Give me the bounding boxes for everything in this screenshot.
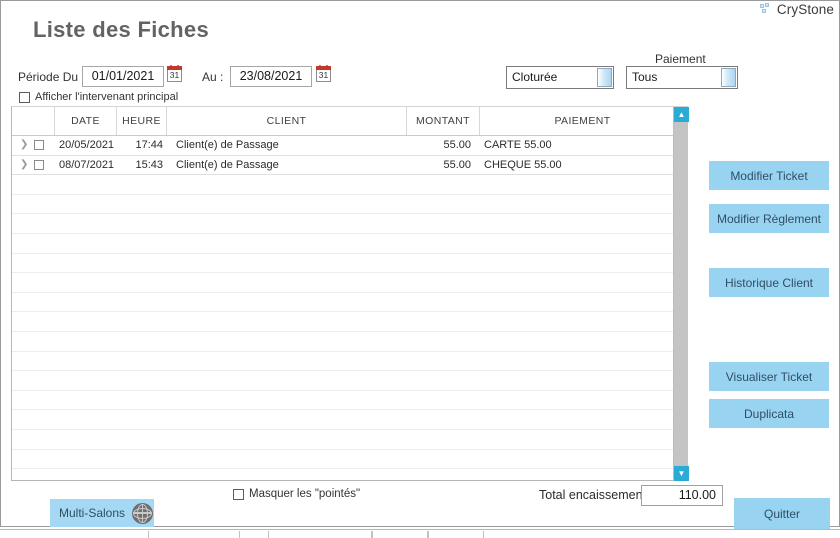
table-row[interactable]: ❯ 08/07/202115:43 Client(e) de Passage55.0… (12, 156, 687, 176)
table-row-empty (12, 352, 687, 372)
table-cell-paiement: CARTE 55.00 (480, 136, 688, 155)
taskbar-segment (428, 531, 484, 538)
calendar-icon-from[interactable]: 31 (167, 66, 182, 82)
taskbar-strip (0, 529, 840, 538)
table-cell-heure: 15:43 (117, 156, 167, 175)
table-row-empty (12, 214, 687, 234)
multi-salons-label: Multi-Salons (59, 506, 125, 520)
au-label: Au : (202, 70, 223, 84)
date-from-input[interactable]: 01/01/2021 (82, 66, 164, 87)
table-body: ❯ 20/05/202117:44 Client(e) de Passage55.0… (12, 136, 687, 481)
row-expand-icon[interactable]: ❯ (20, 136, 28, 155)
status-select-value: Cloturée (512, 67, 557, 88)
table-row-empty (12, 293, 687, 313)
table-cell-heure: 17:44 (117, 136, 167, 155)
application-window: CryStone Liste des Fiches Période Du : 0… (0, 0, 840, 538)
table-header-client[interactable]: CLIENT (167, 107, 407, 135)
table-row-empty (12, 450, 687, 470)
periode-label: Période Du : (18, 70, 85, 84)
table-row-empty (12, 234, 687, 254)
table-row-empty (12, 312, 687, 332)
show-intervenant-checkbox[interactable] (19, 92, 30, 103)
row-select-checkbox[interactable] (34, 140, 44, 150)
table-cell-client: Client(e) de Passage (172, 136, 411, 155)
paiement-select[interactable]: Tous (626, 66, 738, 89)
scroll-down-icon[interactable]: ▼ (674, 466, 689, 481)
table-row-empty (12, 391, 687, 411)
table-header-heure[interactable]: HEURE (117, 107, 167, 135)
taskbar-segment (372, 531, 428, 538)
total-encaissement-value: 110.00 (641, 485, 723, 506)
table-row-empty (12, 469, 687, 481)
status-select[interactable]: Cloturée (506, 66, 614, 89)
historique-client-button[interactable]: Historique Client (709, 268, 829, 297)
table-row-empty (12, 273, 687, 293)
table-row-empty (12, 195, 687, 215)
table-row-empty (12, 371, 687, 391)
brand-name: CryStone (777, 2, 834, 17)
table-header-montant[interactable]: MONTANT (407, 107, 480, 135)
table-row-empty (12, 254, 687, 274)
table-cell-date: 20/05/2021 (55, 136, 121, 155)
table-header-date[interactable]: DATE (55, 107, 117, 135)
duplicata-button[interactable]: Duplicata (709, 399, 829, 428)
masquer-pointes-checkbox[interactable] (233, 489, 244, 500)
masquer-pointes-checkbox-row[interactable]: Masquer les "pointés" (233, 488, 360, 500)
scroll-up-icon[interactable]: ▲ (674, 107, 689, 122)
total-encaissement-label: Total encaissement : (539, 488, 653, 502)
table-row-empty (12, 430, 687, 450)
row-select-checkbox[interactable] (34, 160, 44, 170)
table-vertical-scrollbar[interactable]: ▲ ▼ (673, 107, 688, 481)
quitter-button[interactable]: Quitter (734, 498, 830, 529)
page-title: Liste des Fiches (33, 17, 209, 43)
brand-logo-area: CryStone (760, 2, 834, 17)
table-cell-client: Client(e) de Passage (172, 156, 411, 175)
paiement-label: Paiement (655, 52, 706, 66)
table-row-empty (12, 410, 687, 430)
show-intervenant-checkbox-row[interactable]: Afficher l'intervenant principal (19, 91, 178, 103)
fiches-table: DATE HEURE CLIENT MONTANT PAIEMENT ❯ 20/0… (11, 106, 688, 481)
paiement-select-value: Tous (632, 67, 657, 88)
date-to-input[interactable]: 23/08/2021 (230, 66, 312, 87)
globe-icon (132, 503, 153, 524)
table-cell-date: 08/07/2021 (55, 156, 121, 175)
table-row[interactable]: ❯ 20/05/202117:44 Client(e) de Passage55.0… (12, 136, 687, 156)
taskbar-segment (148, 531, 240, 538)
masquer-pointes-label: Masquer les "pointés" (249, 488, 360, 500)
taskbar-segment (268, 531, 372, 538)
crystone-logo-icon (760, 3, 773, 16)
table-header-select (12, 107, 55, 135)
table-cell-montant: 55.00 (407, 136, 475, 155)
calendar-icon-to[interactable]: 31 (316, 66, 331, 82)
modifier-ticket-button[interactable]: Modifier Ticket (709, 161, 829, 190)
table-row-empty (12, 175, 687, 195)
calendar-day-text: 31 (316, 70, 331, 82)
table-row-empty (12, 332, 687, 352)
visualiser-ticket-button[interactable]: Visualiser Ticket (709, 362, 829, 391)
chevron-down-icon[interactable] (721, 68, 736, 87)
table-cell-paiement: CHEQUE 55.00 (480, 156, 688, 175)
table-header-row: DATE HEURE CLIENT MONTANT PAIEMENT (12, 107, 687, 136)
table-header-paiement[interactable]: PAIEMENT (480, 107, 685, 135)
table-cell-montant: 55.00 (407, 156, 475, 175)
multi-salons-button[interactable]: Multi-Salons (50, 499, 154, 527)
modifier-reglement-button[interactable]: Modifier Règlement (709, 204, 829, 233)
show-intervenant-label: Afficher l'intervenant principal (35, 91, 178, 103)
chevron-down-icon[interactable] (597, 68, 612, 87)
row-expand-icon[interactable]: ❯ (20, 156, 28, 175)
calendar-day-text: 31 (167, 70, 182, 82)
